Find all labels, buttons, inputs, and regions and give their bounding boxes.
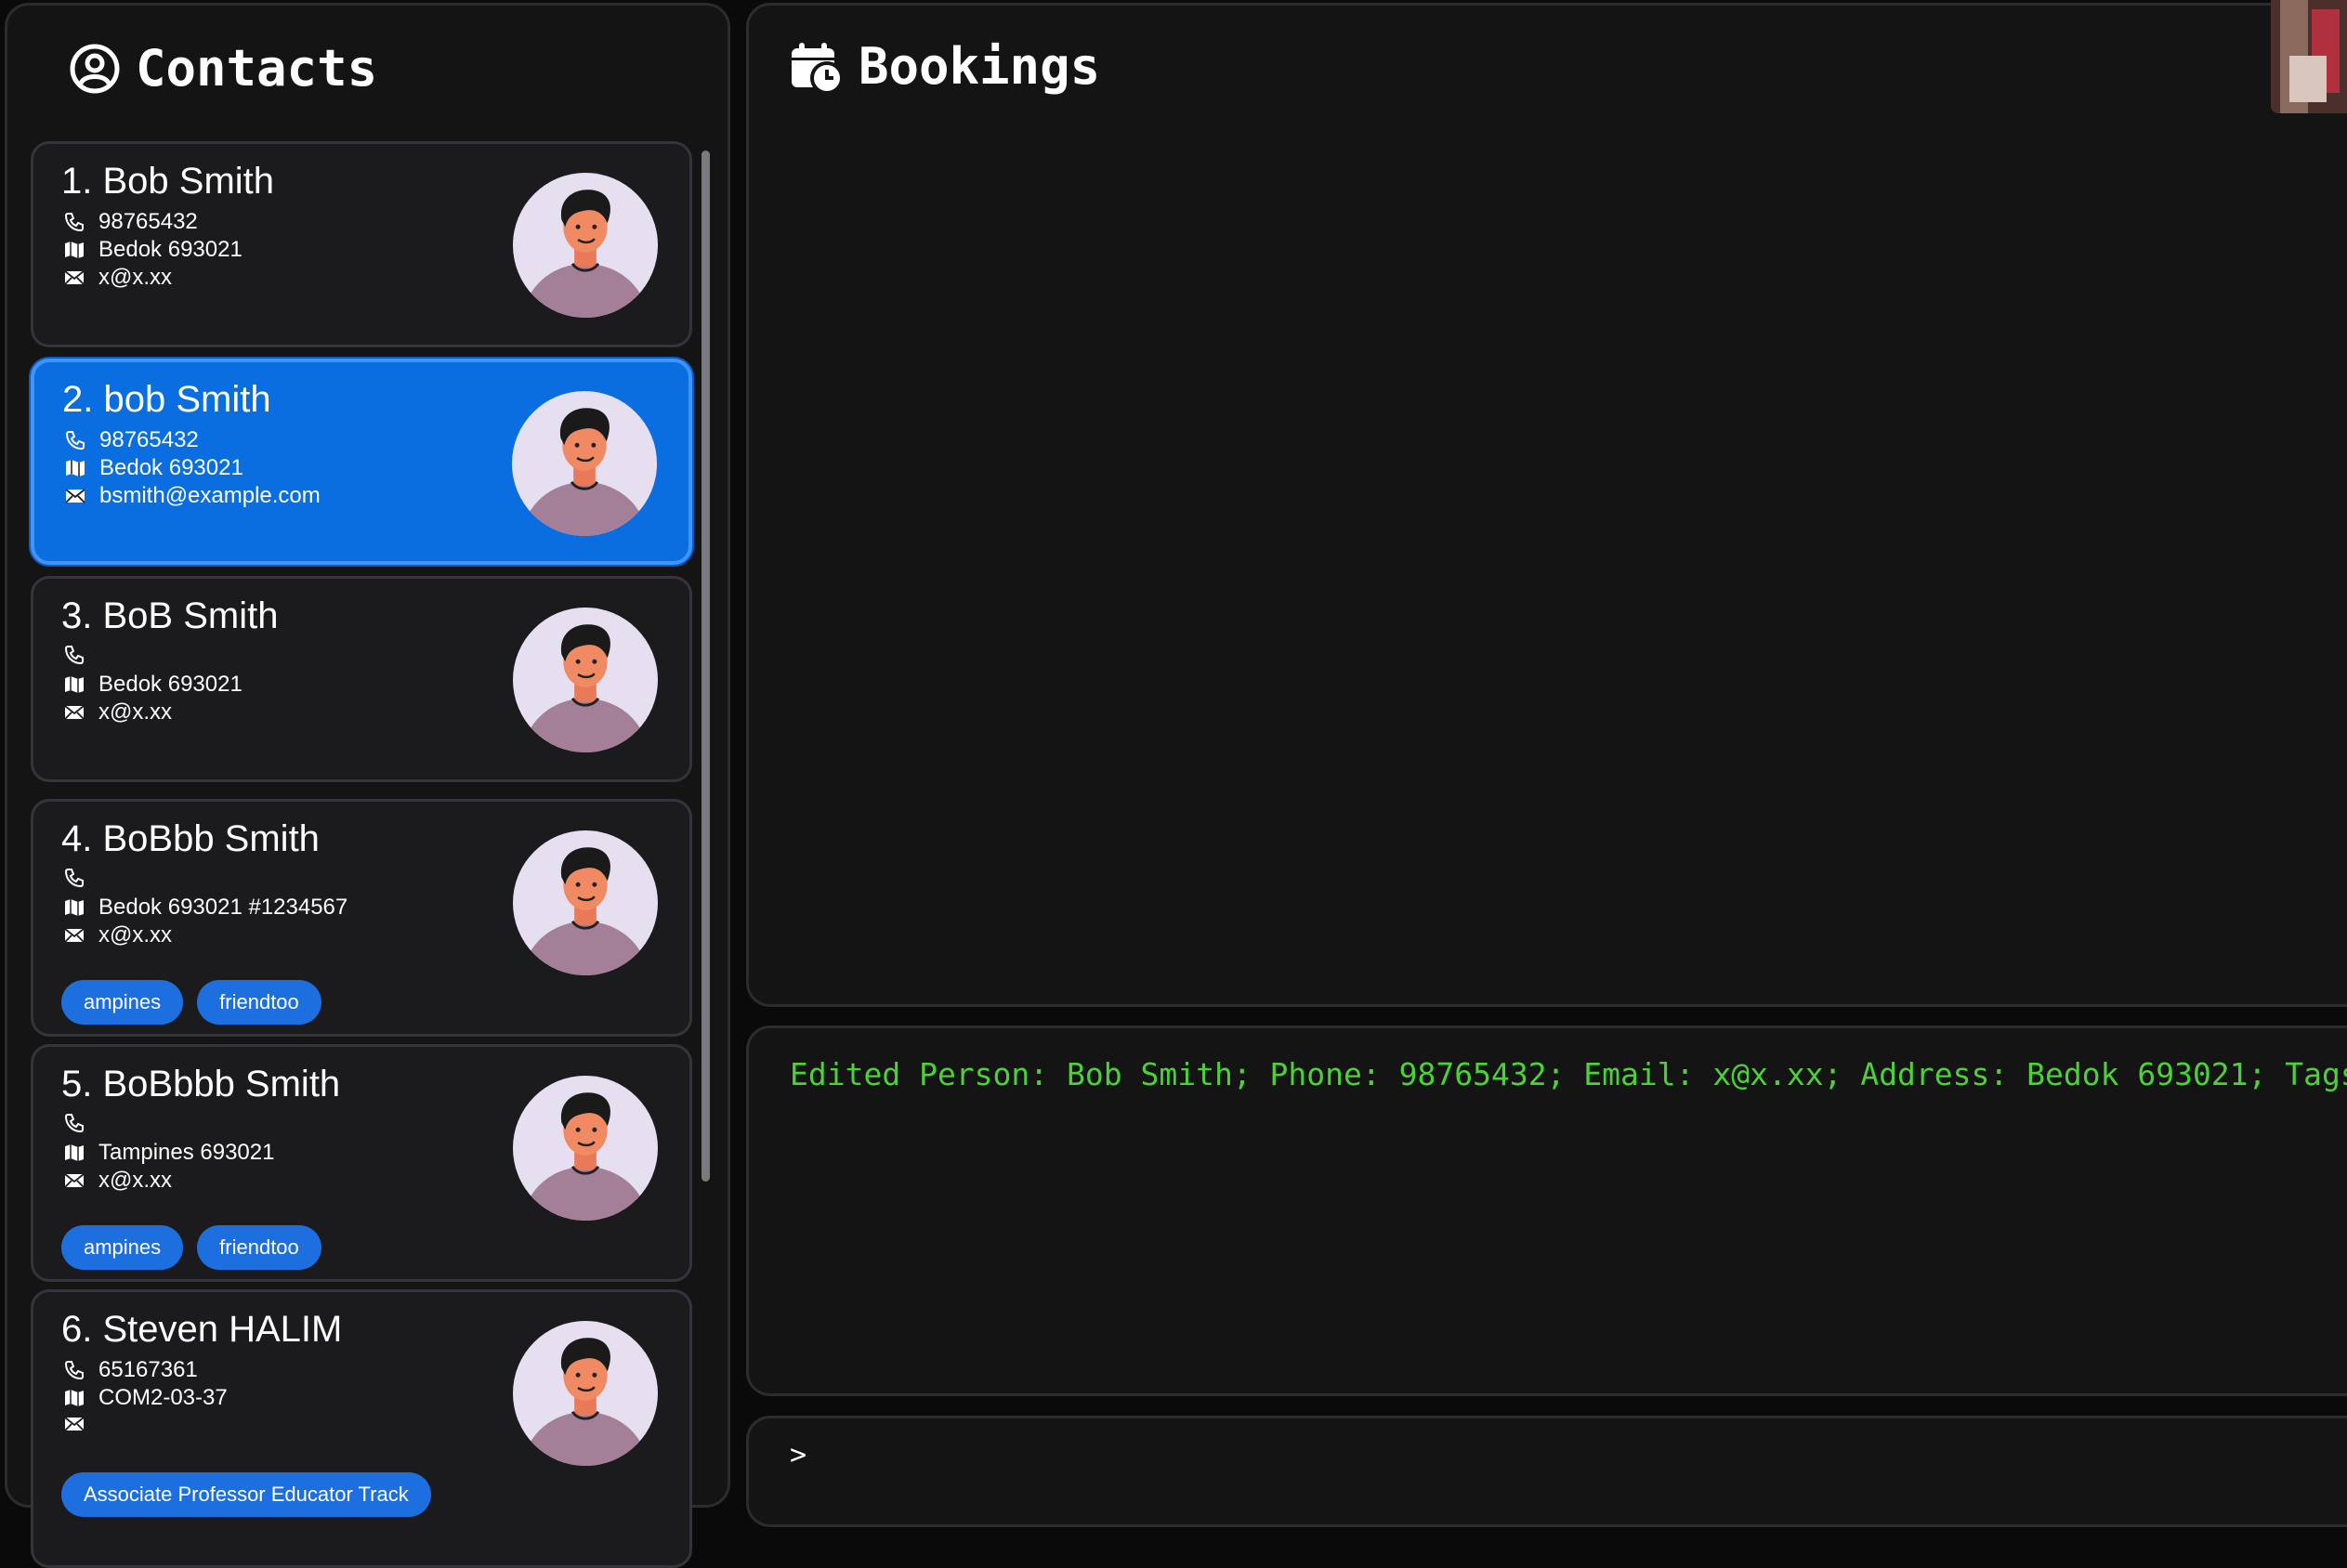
contact-phone-row (63, 1112, 98, 1134)
phone-icon (65, 431, 85, 451)
result-display: Edited Person: Bob Smith; Phone: 9876543… (746, 1026, 2347, 1396)
contact-email-row: x@x.xx (63, 1168, 172, 1194)
contact-phone-row (63, 867, 98, 889)
mail-icon (64, 705, 85, 720)
command-input[interactable]: > (790, 1439, 806, 1471)
contact-email: bsmith@example.com (99, 483, 321, 508)
contact-email: x@x.xx (98, 922, 173, 947)
contact-address: Bedok 693021 (98, 237, 243, 262)
window-thumbnail (2271, 0, 2347, 113)
contacts-title: Contacts (136, 39, 378, 98)
avatar (512, 172, 659, 319)
avatar (512, 607, 659, 753)
phone-icon (64, 1361, 84, 1380)
contact-tags: ampines friendtoo (61, 980, 321, 1025)
contact-address: Tampines 693021 (98, 1140, 275, 1165)
map-icon (65, 676, 84, 693)
contact-email-row: x@x.xx (63, 699, 172, 725)
tag-badge: Associate Professor Educator Track (61, 1472, 431, 1517)
user-circle-icon (70, 44, 120, 93)
contact-email-row (63, 1413, 98, 1435)
contact-card[interactable]: 2. bob Smith 98765432 Bedok 693021 bsmit… (31, 359, 692, 565)
contacts-panel: Contacts 1. Bob Smith 98765432 Bedok 693… (5, 3, 730, 1568)
contact-address-row: Bedok 693021 (63, 237, 243, 263)
phone-icon (64, 1114, 84, 1133)
contact-address-row: Tampines 693021 (63, 1140, 274, 1166)
contact-phone: 98765432 (98, 209, 198, 234)
contact-name: 6. Steven HALIM (61, 1309, 343, 1350)
tag-badge: friendtoo (197, 980, 321, 1025)
bookings-panel: Bookings (746, 3, 2347, 1007)
contact-name: 1. Bob Smith (61, 161, 275, 202)
contact-card[interactable]: 6. Steven HALIM 65167361 COM2-03-37 Asso… (31, 1289, 692, 1568)
avatar (512, 1320, 659, 1467)
phone-icon (64, 213, 84, 232)
contact-phone: 65167361 (98, 1357, 198, 1382)
contact-name: 3. BoB Smith (61, 595, 279, 636)
phone-icon (64, 646, 84, 665)
tag-badge: friendtoo (197, 1225, 321, 1270)
mail-icon (64, 270, 85, 285)
contact-address-row: Bedok 693021 (63, 672, 243, 698)
contact-email: x@x.xx (98, 265, 173, 290)
contact-email-row: x@x.xx (63, 265, 172, 291)
contact-phone-row: 98765432 (63, 209, 198, 235)
contact-phone-row: 98765432 (64, 427, 199, 453)
map-icon (65, 1390, 84, 1406)
contact-address: COM2-03-37 (98, 1385, 228, 1410)
contact-tags: ampines friendtoo (61, 1225, 321, 1270)
contact-phone-row (63, 644, 98, 666)
calendar-clock-icon (792, 42, 844, 93)
mail-icon (65, 489, 85, 503)
map-icon (65, 242, 84, 258)
contacts-header: Contacts (69, 39, 377, 98)
map-icon (65, 1144, 84, 1161)
avatar (512, 830, 659, 976)
contact-name: 4. BoBbb Smith (61, 818, 320, 859)
contact-address-row: COM2-03-37 (63, 1385, 228, 1411)
contact-address: Bedok 693021 #1234567 (98, 895, 348, 920)
contact-card[interactable]: 4. BoBbb Smith Bedok 693021 #1234567 x@x… (31, 799, 692, 1037)
contact-email: x@x.xx (98, 1168, 173, 1193)
map-icon (65, 899, 84, 916)
tag-badge: ampines (61, 980, 184, 1025)
mail-icon (64, 1173, 85, 1188)
contact-card[interactable]: 1. Bob Smith 98765432 Bedok 693021 x@x.x… (31, 141, 692, 347)
tag-badge: ampines (61, 1225, 184, 1270)
contact-email-row: x@x.xx (63, 922, 172, 948)
contact-list[interactable]: 1. Bob Smith 98765432 Bedok 693021 x@x.x… (31, 141, 692, 1568)
contact-phone: 98765432 (99, 427, 199, 452)
command-box[interactable]: > (746, 1416, 2347, 1527)
mail-icon (64, 1417, 85, 1431)
mail-icon (64, 928, 85, 943)
contact-name: 2. bob Smith (62, 379, 271, 420)
contact-email-row: bsmith@example.com (64, 483, 321, 509)
result-message: Edited Person: Bob Smith; Phone: 9876543… (790, 1056, 2347, 1092)
contact-tags: Associate Professor Educator Track (61, 1472, 431, 1517)
contact-address-row: Bedok 693021 #1234567 (63, 895, 347, 921)
contact-address-row: Bedok 693021 (64, 455, 243, 481)
contact-address: Bedok 693021 (98, 672, 243, 697)
avatar (511, 390, 658, 537)
contact-name: 5. BoBbbb Smith (61, 1064, 341, 1104)
contact-address: Bedok 693021 (99, 455, 243, 480)
map-icon (66, 460, 85, 477)
bookings-title: Bookings (859, 37, 1101, 96)
phone-icon (64, 869, 84, 888)
contact-email: x@x.xx (98, 699, 173, 725)
contact-list-scrollbar[interactable] (701, 150, 710, 1182)
avatar (512, 1075, 659, 1222)
contact-card[interactable]: 3. BoB Smith Bedok 693021 x@x.xx (31, 576, 692, 782)
contact-phone-row: 65167361 (63, 1357, 198, 1383)
contact-card[interactable]: 5. BoBbbb Smith Tampines 693021 x@x.xx a… (31, 1044, 692, 1282)
bookings-header: Bookings (790, 37, 1100, 96)
